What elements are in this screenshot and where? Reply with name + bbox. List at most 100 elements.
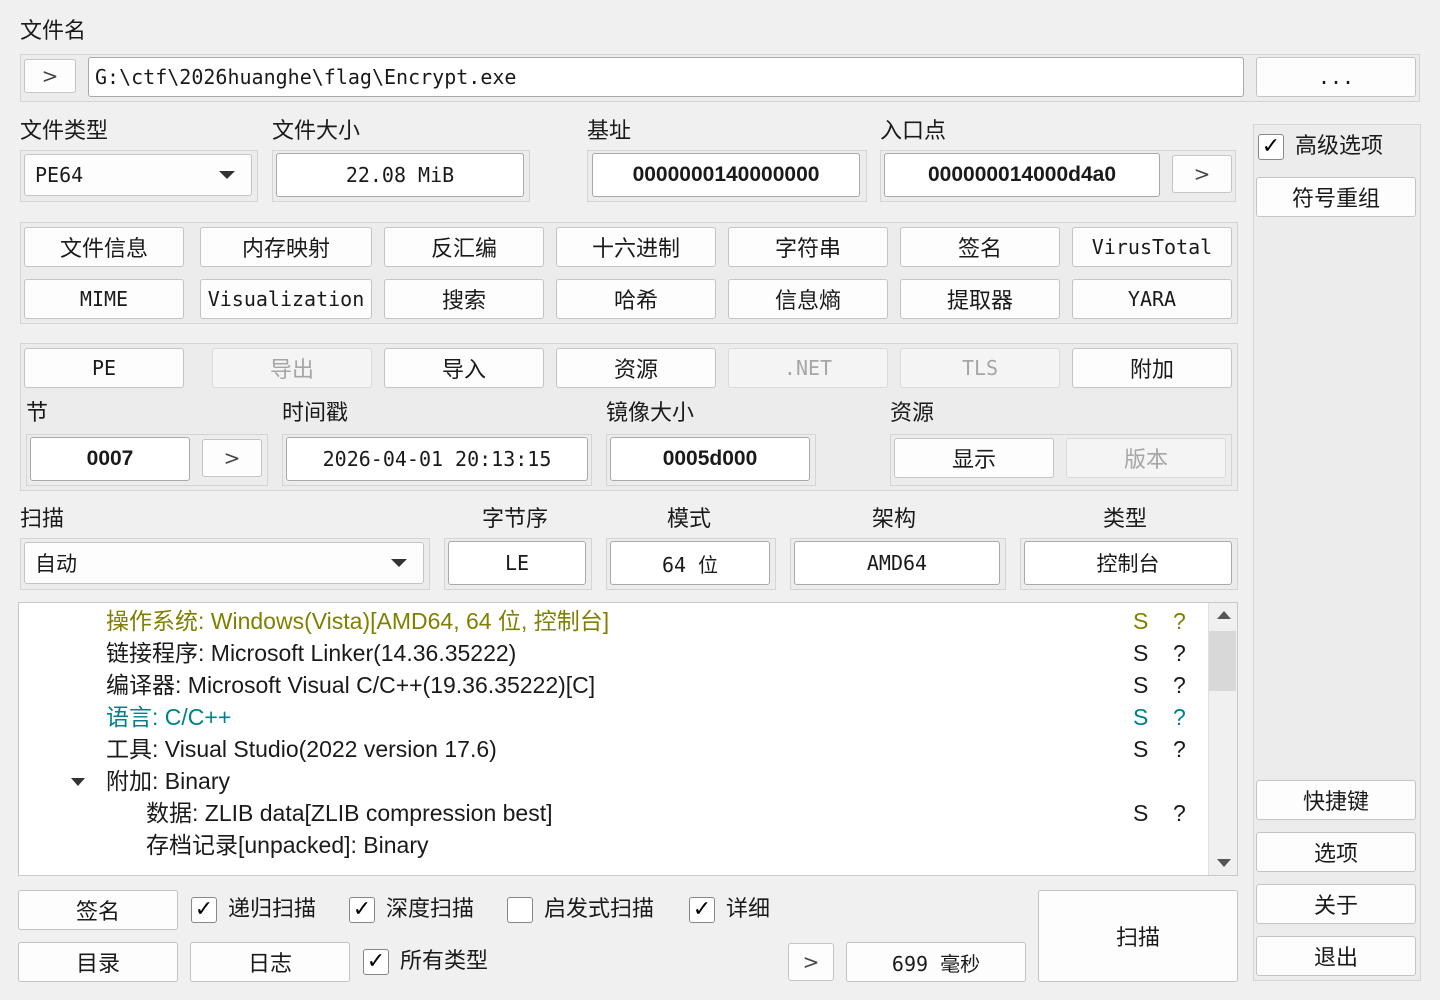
log-button[interactable]: 日志 (190, 942, 350, 982)
memory-map-button[interactable]: 内存映射 (200, 227, 372, 267)
signatures-button[interactable]: 签名 (900, 227, 1060, 267)
resources-version-button[interactable]: 版本 (1066, 438, 1226, 478)
extractor-button[interactable]: 提取器 (900, 279, 1060, 319)
browse-button[interactable]: ... (1256, 57, 1416, 97)
result-signature-flag[interactable]: S (1133, 669, 1148, 701)
result-row[interactable]: 编译器: Microsoft Visual C/C++(19.36.35222)… (19, 669, 1209, 701)
mode-label: 模式 (667, 507, 712, 532)
chevron-right-icon: > (802, 950, 820, 974)
result-signature-flag[interactable]: S (1133, 701, 1148, 733)
result-text: 工具: Visual Studio(2022 version 17.6) (106, 736, 497, 762)
scroll-down-icon[interactable] (1217, 859, 1231, 867)
entry-point-field[interactable]: 000000014000d4a0 (884, 153, 1160, 197)
signatures-bottom-button[interactable]: 签名 (18, 890, 178, 930)
tls-button[interactable]: TLS (900, 348, 1060, 388)
result-signature-flag[interactable]: S (1133, 605, 1148, 637)
file-type-label: 文件类型 (20, 119, 109, 144)
result-info-flag[interactable]: ? (1173, 701, 1186, 733)
virustotal-button[interactable]: VirusTotal (1072, 227, 1232, 267)
file-type-value: PE64 (35, 163, 84, 187)
result-row[interactable]: 链接程序: Microsoft Linker(14.36.35222) S? (19, 637, 1209, 669)
endianness-label: 字节序 (482, 507, 549, 532)
entry-point-disasm-button[interactable]: > (1172, 155, 1232, 193)
visualization-button[interactable]: Visualization (200, 279, 372, 319)
sections-label: 节 (26, 401, 49, 426)
mime-button[interactable]: MIME (24, 279, 184, 319)
result-row[interactable]: 附加: Binary (19, 765, 1209, 797)
deep-scan-checkbox[interactable]: ✓ (349, 897, 375, 923)
scan-results-tree[interactable]: 操作系统: Windows(Vista)[AMD64, 64 位, 控制台] S?… (18, 602, 1238, 876)
chevron-down-icon (219, 171, 235, 179)
exit-button[interactable]: 退出 (1256, 936, 1416, 976)
options-button[interactable]: 选项 (1256, 832, 1416, 872)
import-button[interactable]: 导入 (384, 348, 544, 388)
result-text: 编译器: Microsoft Visual C/C++(19.36.35222)… (106, 672, 596, 698)
file-info-button[interactable]: 文件信息 (24, 227, 184, 267)
file-path-field[interactable]: G:\ctf\2026huanghe\flag\Encrypt.exe (88, 57, 1244, 97)
result-text: 存档记录[unpacked]: Binary (146, 832, 429, 858)
chevron-down-icon (391, 559, 407, 567)
advanced-options-label: 高级选项 (1295, 134, 1384, 159)
resources-button[interactable]: 资源 (556, 348, 716, 388)
entropy-button[interactable]: 信息熵 (728, 279, 888, 319)
results-scrollbar[interactable] (1208, 603, 1237, 875)
result-info-flag[interactable]: ? (1173, 637, 1186, 669)
check-icon: ✓ (366, 949, 386, 974)
file-size-field: 22.08 MiB (276, 153, 524, 197)
result-row[interactable]: 存档记录[unpacked]: Binary (19, 829, 1209, 861)
all-types-label: 所有类型 (400, 949, 489, 974)
yara-button[interactable]: YARA (1072, 279, 1232, 319)
recursive-scan-checkbox[interactable]: ✓ (191, 897, 217, 923)
disassembly-button[interactable]: 反汇编 (384, 227, 544, 267)
resources-show-button[interactable]: 显示 (894, 438, 1054, 478)
check-icon: ✓ (692, 897, 712, 922)
strings-button[interactable]: 字符串 (728, 227, 888, 267)
expand-arrow-icon[interactable] (71, 778, 85, 786)
scroll-thumb[interactable] (1209, 631, 1236, 691)
shortcuts-button[interactable]: 快捷键 (1256, 780, 1416, 820)
architecture-field: AMD64 (794, 541, 1000, 585)
type-label: 类型 (1103, 507, 1148, 532)
file-name-label: 文件名 (20, 19, 87, 44)
dotnet-button[interactable]: .NET (728, 348, 888, 388)
scan-button[interactable]: 扫描 (1038, 890, 1238, 982)
file-type-select[interactable]: PE64 (24, 154, 252, 196)
hash-button[interactable]: 哈希 (556, 279, 716, 319)
heuristic-scan-checkbox[interactable] (507, 897, 533, 923)
base-address-field[interactable]: 0000000140000000 (592, 153, 860, 197)
result-row[interactable]: 操作系统: Windows(Vista)[AMD64, 64 位, 控制台] S? (19, 605, 1209, 637)
advanced-options-checkbox[interactable]: ✓ (1258, 134, 1284, 160)
scan-mode-select[interactable]: 自动 (24, 542, 424, 584)
result-text: 操作系统: Windows(Vista)[AMD64, 64 位, 控制台] (106, 608, 610, 634)
hex-button[interactable]: 十六进制 (556, 227, 716, 267)
overlay-button[interactable]: 附加 (1072, 348, 1232, 388)
sections-open-button[interactable]: > (202, 439, 262, 477)
result-signature-flag[interactable]: S (1133, 637, 1148, 669)
deep-scan-label: 深度扫描 (386, 897, 475, 922)
file-expand-button[interactable]: > (24, 59, 76, 93)
verbose-checkbox[interactable]: ✓ (689, 897, 715, 923)
scan-details-button[interactable]: > (788, 943, 834, 981)
demangle-button[interactable]: 符号重组 (1256, 177, 1416, 217)
pe-button[interactable]: PE (24, 348, 184, 388)
export-button[interactable]: 导出 (212, 348, 372, 388)
result-signature-flag[interactable]: S (1133, 733, 1148, 765)
check-icon: ✓ (1261, 134, 1281, 159)
scan-time-button[interactable]: 699 毫秒 (846, 942, 1026, 982)
directory-button[interactable]: 目录 (18, 942, 178, 982)
all-types-checkbox[interactable]: ✓ (363, 949, 389, 975)
result-info-flag[interactable]: ? (1173, 669, 1186, 701)
image-size-label: 镜像大小 (606, 401, 695, 426)
search-button[interactable]: 搜索 (384, 279, 544, 319)
result-info-flag[interactable]: ? (1173, 797, 1186, 829)
result-signature-flag[interactable]: S (1133, 797, 1148, 829)
result-info-flag[interactable]: ? (1173, 605, 1186, 637)
scroll-up-icon[interactable] (1217, 611, 1231, 619)
result-row[interactable]: 数据: ZLIB data[ZLIB compression best] S? (19, 797, 1209, 829)
about-button[interactable]: 关于 (1256, 884, 1416, 924)
result-row[interactable]: 语言: C/C++ S? (19, 701, 1209, 733)
result-info-flag[interactable]: ? (1173, 733, 1186, 765)
chevron-right-icon: > (41, 64, 59, 88)
result-row[interactable]: 工具: Visual Studio(2022 version 17.6) S? (19, 733, 1209, 765)
base-address-label: 基址 (587, 119, 632, 144)
